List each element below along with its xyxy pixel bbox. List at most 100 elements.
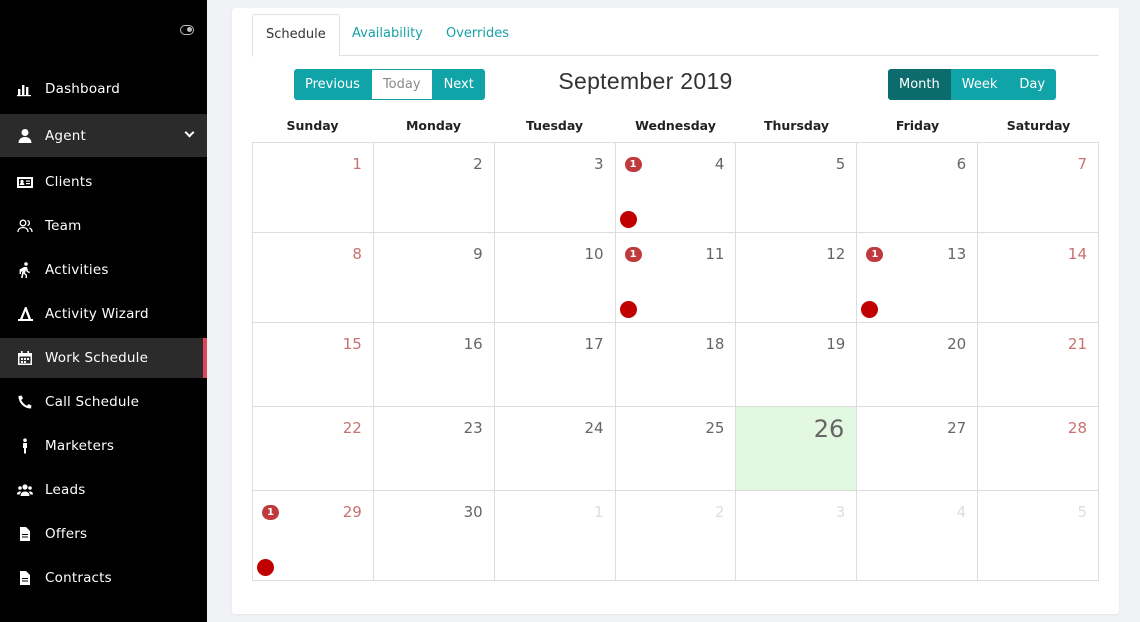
- calendar-day[interactable]: 8: [253, 233, 374, 323]
- sidebar-item-activities[interactable]: Activities: [0, 248, 207, 292]
- calendar-day[interactable]: 9: [373, 233, 495, 323]
- event-count-badge[interactable]: 1: [866, 247, 884, 262]
- dow-friday: Friday: [895, 118, 940, 133]
- calendar-day[interactable]: 1 13: [857, 233, 979, 323]
- calendar-week: 15 16 17 18 19 20 21: [253, 323, 1100, 407]
- day-number: 17: [584, 335, 604, 353]
- day-number: 20: [947, 335, 967, 353]
- calendar-day[interactable]: 25: [615, 407, 737, 491]
- event-count-badge[interactable]: 1: [262, 505, 279, 520]
- calendar-week: 8 9 10 1 11 12 1 13 14: [253, 233, 1100, 323]
- calendar-week: 1 29 30 1 2 3 4 5: [253, 491, 1100, 581]
- sidebar-item-agent[interactable]: Agent: [0, 114, 207, 157]
- calendar-day[interactable]: 5: [736, 143, 858, 233]
- dow-sunday: Sunday: [286, 118, 339, 133]
- navigation-button-group: Previous Today Next: [294, 69, 485, 100]
- calendar-day[interactable]: 19: [736, 323, 858, 407]
- sidebar-item-clients[interactable]: Clients: [0, 160, 207, 204]
- day-number: 19: [826, 335, 846, 353]
- user-icon: [16, 127, 34, 145]
- day-view-button[interactable]: Day: [1008, 69, 1057, 100]
- day-number: 7: [1077, 155, 1088, 173]
- event-count-badge[interactable]: 1: [624, 247, 642, 262]
- tab-availability[interactable]: Availability: [339, 14, 436, 56]
- dow-tuesday: Tuesday: [525, 118, 584, 133]
- calendar-day[interactable]: 24: [494, 407, 616, 491]
- calendar-day[interactable]: 17: [494, 323, 616, 407]
- calendar-day[interactable]: 10: [494, 233, 616, 323]
- sidebar-item-marketers[interactable]: Marketers: [0, 424, 207, 468]
- day-number: 4: [714, 155, 725, 173]
- schedule-card: Schedule Availability Overrides Septembe…: [232, 8, 1119, 614]
- calendar-day-other-month[interactable]: 3: [736, 491, 858, 581]
- calendar-day-other-month[interactable]: 1: [494, 491, 616, 581]
- team-icon: [16, 217, 34, 235]
- sidebar-item-call-schedule[interactable]: Call Schedule: [0, 380, 207, 424]
- calendar-day[interactable]: 20: [857, 323, 979, 407]
- view-button-group: Month Week Day: [888, 69, 1057, 100]
- person-icon: [16, 437, 34, 455]
- wizard-icon: [16, 305, 34, 323]
- day-number: 10: [584, 245, 604, 263]
- day-number: 27: [947, 419, 967, 437]
- day-number: 3: [835, 503, 846, 521]
- sidebar-item-label: Leads: [45, 482, 86, 498]
- sidebar-item-offers[interactable]: Offers: [0, 512, 207, 556]
- calendar-day[interactable]: 7: [978, 143, 1100, 233]
- toggle-icon[interactable]: [180, 25, 194, 35]
- calendar-day[interactable]: 3: [494, 143, 616, 233]
- calendar-icon: [16, 349, 34, 367]
- week-view-button[interactable]: Week: [950, 69, 1009, 100]
- previous-button[interactable]: Previous: [294, 69, 371, 100]
- sidebar-item-work-schedule[interactable]: Work Schedule: [0, 338, 207, 378]
- sidebar-item-label: Activities: [45, 262, 109, 278]
- calendar-day[interactable]: 30: [373, 491, 495, 581]
- calendar-day[interactable]: 12: [736, 233, 858, 323]
- calendar-day-other-month[interactable]: 4: [857, 491, 979, 581]
- sidebar-item-leads[interactable]: Leads: [0, 468, 207, 512]
- calendar-day[interactable]: 1: [253, 143, 374, 233]
- calendar-day[interactable]: 15: [253, 323, 374, 407]
- calendar-day[interactable]: 1 29: [253, 491, 374, 581]
- day-number: 22: [342, 419, 362, 437]
- sidebar-item-team[interactable]: Team: [0, 204, 207, 248]
- calendar-day[interactable]: 18: [615, 323, 737, 407]
- day-number: 15: [342, 335, 362, 353]
- day-number: 26: [813, 415, 845, 443]
- event-dot[interactable]: [619, 301, 637, 318]
- calendar-day[interactable]: 28: [978, 407, 1100, 491]
- today-button[interactable]: Today: [370, 69, 433, 100]
- calendar-day[interactable]: 16: [373, 323, 495, 407]
- id-card-icon: [16, 173, 34, 191]
- day-number: 8: [352, 245, 362, 263]
- calendar-day[interactable]: 14: [978, 233, 1100, 323]
- event-dot[interactable]: [861, 301, 879, 318]
- sidebar-item-label: Work Schedule: [45, 350, 149, 366]
- tab-overrides[interactable]: Overrides: [433, 14, 522, 56]
- calendar-day[interactable]: 21: [978, 323, 1100, 407]
- sidebar-item-activity-wizard[interactable]: Activity Wizard: [0, 292, 207, 336]
- calendar-day[interactable]: 2: [373, 143, 495, 233]
- sidebar-item-dashboard[interactable]: Dashboard: [0, 67, 207, 111]
- calendar-day-today[interactable]: 26: [736, 407, 858, 491]
- sidebar-item-contracts[interactable]: Contracts: [0, 556, 207, 600]
- calendar-day[interactable]: 6: [857, 143, 979, 233]
- month-view-button[interactable]: Month: [888, 69, 951, 100]
- calendar-day-other-month[interactable]: 2: [615, 491, 737, 581]
- day-number: 4: [956, 503, 967, 521]
- sidebar: Dashboard Agent Clients Team Activities …: [0, 0, 207, 622]
- day-number: 1: [352, 155, 362, 173]
- calendar-day[interactable]: 23: [373, 407, 495, 491]
- event-count-badge[interactable]: 1: [624, 157, 642, 172]
- sidebar-item-label: Call Schedule: [45, 394, 140, 410]
- sidebar-item-label: Agent: [45, 127, 86, 144]
- calendar-day[interactable]: 27: [857, 407, 979, 491]
- event-dot[interactable]: [257, 559, 274, 576]
- calendar-day[interactable]: 1 11: [615, 233, 737, 323]
- event-dot[interactable]: [619, 211, 637, 228]
- calendar-day[interactable]: 14: [615, 143, 737, 233]
- calendar-day-other-month[interactable]: 5: [978, 491, 1100, 581]
- calendar-day[interactable]: 22: [253, 407, 374, 491]
- next-button[interactable]: Next: [432, 69, 485, 100]
- tab-schedule[interactable]: Schedule: [252, 14, 340, 57]
